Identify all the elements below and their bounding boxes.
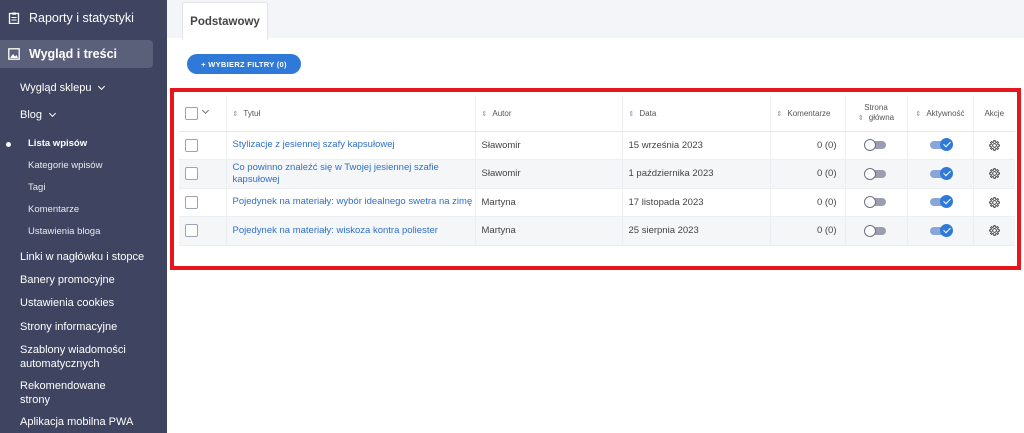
chevron-down-icon: [98, 82, 106, 91]
tab-basic[interactable]: Podstawowy: [182, 2, 268, 40]
sidebar-item-reports[interactable]: Raporty i statystyki: [0, 0, 167, 36]
choose-filters-button[interactable]: + WYBIERZ FILTRY (0): [187, 54, 301, 74]
sidebar-item-blog-settings[interactable]: Ustawienia bloga: [28, 226, 100, 237]
sidebar-item-comments[interactable]: Komentarze: [28, 204, 79, 215]
sidebar-item-post-categories[interactable]: Kategorie wpisów: [28, 160, 102, 171]
sidebar-item-shop-appearance[interactable]: Wygląd sklepu: [20, 81, 106, 95]
clipboard-icon: [8, 12, 20, 24]
sidebar-item-label: Wygląd i treści: [29, 47, 117, 61]
sidebar-item-blog[interactable]: Blog: [20, 108, 57, 122]
sidebar-item-label: Wygląd sklepu: [20, 82, 92, 94]
image-icon: [8, 48, 20, 60]
sidebar-item-label: Rekomendowane: [20, 380, 106, 392]
sidebar: Raporty i statystyki Wygląd i treści Wyg…: [0, 0, 167, 433]
sidebar-item-recommended-pages[interactable]: Rekomendowane strony: [20, 379, 106, 407]
sidebar-item-posts-list[interactable]: Lista wpisów: [28, 138, 87, 149]
sidebar-item-label: Blog: [20, 109, 43, 121]
sidebar-item-tags[interactable]: Tagi: [28, 182, 45, 193]
active-indicator-dot: [6, 142, 11, 147]
chevron-down-icon: [48, 109, 57, 118]
highlight-frame: [170, 88, 1021, 270]
tab-bar: [167, 0, 1024, 38]
sidebar-item-label: Raporty i statystyki: [29, 11, 134, 25]
sidebar-item-promo-banners[interactable]: Banery promocyjne: [20, 273, 115, 287]
sidebar-item-info-pages[interactable]: Strony informacyjne: [20, 320, 117, 334]
sidebar-item-header-footer-links[interactable]: Linki w nagłówku i stopce: [20, 250, 144, 264]
sidebar-item-appearance[interactable]: Wygląd i treści: [0, 40, 153, 68]
sidebar-item-pwa-app[interactable]: Aplikacja mobilna PWA: [20, 415, 133, 429]
sidebar-item-label: automatycznych: [20, 358, 100, 370]
sidebar-item-label: strony: [20, 394, 50, 406]
sidebar-item-message-templates[interactable]: Szablony wiadomości automatycznych: [20, 343, 126, 371]
sidebar-item-cookie-settings[interactable]: Ustawienia cookies: [20, 296, 114, 310]
sidebar-item-label: Szablony wiadomości: [20, 344, 126, 356]
